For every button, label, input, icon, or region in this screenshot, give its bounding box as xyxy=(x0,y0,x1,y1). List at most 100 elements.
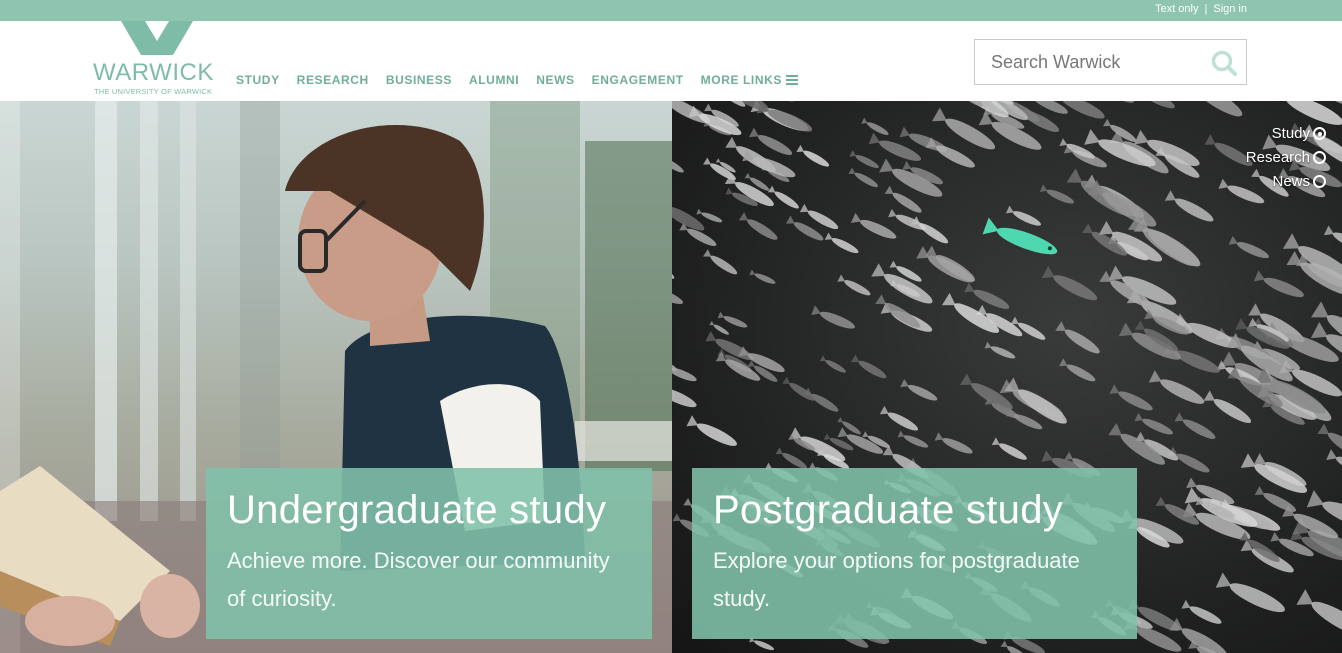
nav-more-links-label: MORE LINKS xyxy=(700,73,783,87)
fish-shape xyxy=(767,185,799,209)
text-only-link[interactable]: Text only xyxy=(1155,3,1198,15)
fish-shape xyxy=(756,101,813,132)
site-header: WARWICK THE UNIVERSITY OF WARWICK STUDY … xyxy=(0,21,1342,101)
fish-shape xyxy=(672,387,697,408)
fish-shape xyxy=(1168,446,1210,473)
hero-section: Undergraduate study Achieve more. Discov… xyxy=(0,101,1342,653)
fish-shape xyxy=(1192,101,1243,117)
slider-label-study: Study xyxy=(1271,125,1310,142)
fish-shape xyxy=(1139,101,1175,109)
postgraduate-panel: Study Research News Postgraduate study E… xyxy=(672,101,1342,653)
fish-shape xyxy=(686,415,737,446)
slider-dot-active-icon xyxy=(1313,127,1326,140)
fish-shape xyxy=(824,232,859,254)
fish-shape xyxy=(836,101,880,104)
fish-shape xyxy=(1174,412,1216,439)
search-input[interactable] xyxy=(975,40,1205,84)
fish-shape xyxy=(1088,180,1157,227)
fish-shape xyxy=(703,249,738,275)
sign-in-link[interactable]: Sign in xyxy=(1213,3,1247,15)
fish-shape xyxy=(991,437,1027,460)
fish-shape xyxy=(848,167,878,188)
undergraduate-title: Undergraduate study xyxy=(227,488,607,532)
fish-shape xyxy=(960,101,983,107)
fish-shape xyxy=(879,405,919,431)
fish-shape xyxy=(1253,270,1304,298)
fish-shape xyxy=(782,376,815,401)
slider-item-research[interactable]: Research xyxy=(1246,149,1326,166)
fish-shape xyxy=(934,432,973,454)
warwick-logo[interactable]: WARWICK THE UNIVERSITY OF WARWICK xyxy=(93,21,223,99)
green-fish-highlight xyxy=(982,217,1058,255)
utility-bar: Text only | Sign in xyxy=(0,0,1342,21)
nav-alumni[interactable]: ALUMNI xyxy=(469,73,519,87)
fish-shape xyxy=(796,144,830,167)
fish-shape xyxy=(1109,384,1153,411)
fish-shape xyxy=(861,117,889,135)
search-icon[interactable] xyxy=(1210,49,1238,77)
fish-shape xyxy=(738,211,778,240)
slider-item-news[interactable]: News xyxy=(1272,173,1326,190)
undergraduate-panel: Undergraduate study Achieve more. Discov… xyxy=(0,101,672,653)
fish-shape xyxy=(1148,370,1205,404)
postgraduate-title: Postgraduate study xyxy=(713,488,1064,532)
fish-shape xyxy=(1326,449,1342,477)
slider-label-research: Research xyxy=(1245,149,1310,166)
fish-shape xyxy=(717,311,748,328)
hero-slider-nav: Study Research News xyxy=(1246,125,1326,190)
utility-separator: | xyxy=(1204,3,1208,15)
fish-shape xyxy=(850,212,897,239)
slider-dot-icon xyxy=(1313,151,1326,164)
fish-shape xyxy=(1296,589,1342,637)
fish-shape xyxy=(837,274,871,296)
slider-dot-icon xyxy=(1313,175,1326,188)
fish-shape xyxy=(1181,599,1222,624)
search-box xyxy=(974,39,1247,85)
fish-shape xyxy=(911,216,949,244)
slider-label-news: News xyxy=(1272,173,1310,190)
postgraduate-promo[interactable]: Postgraduate study Explore your options … xyxy=(692,468,1137,639)
fish-shape xyxy=(749,636,775,651)
fish-shape xyxy=(1228,235,1269,259)
postgraduate-text: Explore your options for postgraduate st… xyxy=(713,548,1080,611)
fish-shape xyxy=(1106,101,1135,103)
fish-shape xyxy=(1059,358,1096,382)
nav-business[interactable]: BUSINESS xyxy=(386,73,452,87)
fish-shape xyxy=(672,157,684,173)
nav-news[interactable]: NEWS xyxy=(536,73,574,87)
slider-item-study[interactable]: Study xyxy=(1272,125,1326,142)
fish-shape xyxy=(672,367,697,382)
fish-shape xyxy=(897,430,929,448)
fish-shape xyxy=(924,245,976,282)
nav-more-links[interactable]: MORE LINKS xyxy=(700,73,799,87)
main-navigation: STUDY RESEARCH BUSINESS ALUMNI NEWS ENGA… xyxy=(236,73,799,87)
hamburger-menu-icon xyxy=(786,75,799,85)
fish-shape xyxy=(803,387,839,412)
fish-shape xyxy=(1323,225,1342,252)
fish-shape xyxy=(1164,190,1214,222)
fish-shape xyxy=(1005,205,1041,226)
fish-shape xyxy=(1203,390,1252,424)
undergraduate-text: Achieve more. Discover our community of … xyxy=(227,548,610,611)
fish-shape xyxy=(811,305,855,329)
fish-shape xyxy=(819,355,846,373)
utility-links: Text only | Sign in xyxy=(1155,3,1247,15)
fish-shape xyxy=(1215,572,1285,613)
logo-wordmark: WARWICK xyxy=(93,59,214,86)
logo-mark-icon xyxy=(121,21,193,55)
fish-shape xyxy=(984,341,1016,359)
fish-shape xyxy=(672,288,684,305)
nav-research[interactable]: RESEARCH xyxy=(297,73,369,87)
fish-shape xyxy=(849,150,879,169)
fish-shape xyxy=(1240,453,1308,493)
undergraduate-promo[interactable]: Undergraduate study Achieve more. Discov… xyxy=(206,468,652,639)
nav-study[interactable]: STUDY xyxy=(236,73,280,87)
fish-shape xyxy=(925,137,975,168)
logo-subtitle: THE UNIVERSITY OF WARWICK xyxy=(94,87,213,96)
fish-shape xyxy=(851,354,887,379)
nav-engagement[interactable]: ENGAGEMENT xyxy=(592,73,684,87)
fish-shape xyxy=(1039,184,1075,204)
fish-shape xyxy=(1041,266,1098,301)
fish-shape xyxy=(724,101,746,107)
fish-shape xyxy=(888,208,927,230)
